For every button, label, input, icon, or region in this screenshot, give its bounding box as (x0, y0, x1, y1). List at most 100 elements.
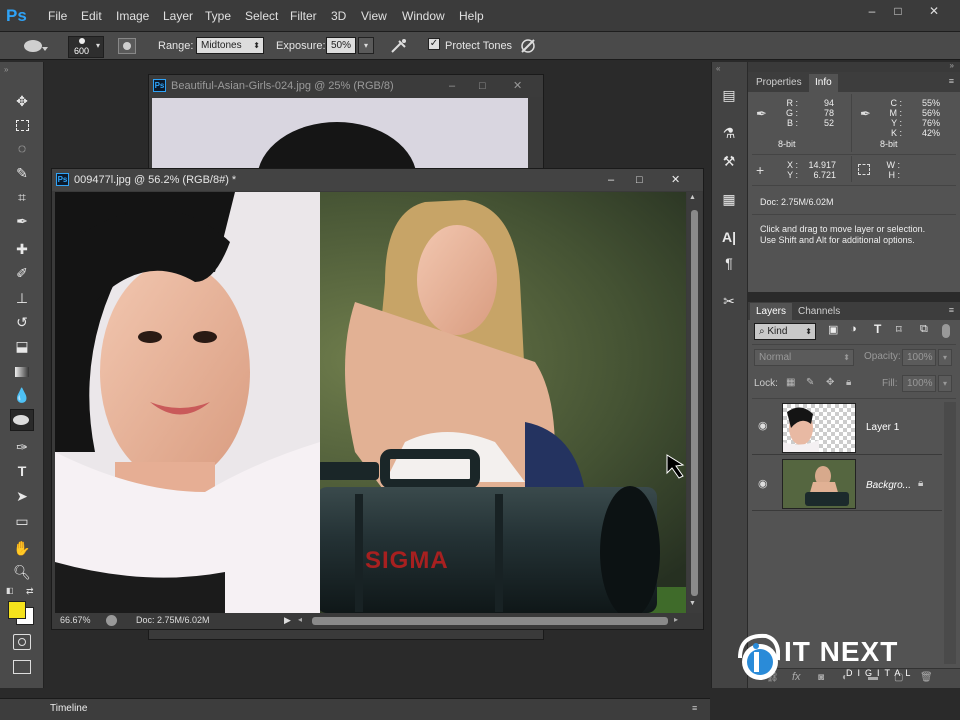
actions-panel-icon[interactable]: ⚗ (718, 122, 740, 144)
healing-brush-tool-icon[interactable]: ✚ (10, 238, 34, 260)
gradient-tool-icon[interactable] (10, 360, 34, 382)
exposure-dropdown-button[interactable]: ▾ (358, 37, 374, 54)
type-tool-icon[interactable]: T (10, 460, 34, 482)
pen-tool-icon[interactable]: ✑ (10, 436, 34, 458)
doc-back-canvas[interactable] (152, 98, 528, 178)
sponge-tool-preset-icon[interactable] (22, 37, 48, 55)
menu-3d[interactable]: 3D (327, 8, 350, 24)
add-mask-icon[interactable]: ◙ (818, 672, 824, 683)
doc-back-maximize-button[interactable]: □ (479, 75, 486, 97)
move-tool-icon[interactable]: ✥ (10, 90, 34, 112)
delete-layer-icon[interactable]: 🗑︎ (920, 672, 933, 683)
info-circle-icon[interactable] (106, 615, 117, 626)
blend-mode-select[interactable]: Normal ⬍ (754, 349, 854, 366)
layer-row[interactable]: ◉ Backgro... 🔒︎ (752, 457, 942, 511)
history-brush-tool-icon[interactable]: ↺ (10, 311, 34, 333)
panel-expand-icon[interactable]: « (716, 64, 720, 73)
timeline-panel-bar[interactable]: Timeline ≡ (0, 698, 710, 720)
layer-name[interactable]: Backgro... (866, 480, 911, 491)
crop-tool-icon[interactable]: ⌗ (10, 186, 34, 208)
panel-menu-icon[interactable]: ≡ (949, 76, 954, 86)
scroll-left-icon[interactable]: ◂ (298, 615, 302, 624)
eyedropper-tool-icon[interactable]: ✒ (10, 210, 34, 232)
tab-layers[interactable]: Layers (750, 303, 793, 320)
clone-stamp-tool-icon[interactable]: ⊥ (10, 287, 34, 309)
layer-style-icon[interactable]: fx (792, 671, 801, 683)
history-panel-icon[interactable]: ▤ (718, 84, 740, 106)
protect-tones-checkbox[interactable]: ✓ (428, 38, 440, 50)
doc-front-minimize-button[interactable]: – (608, 169, 614, 191)
lock-image-icon[interactable]: ✎ (806, 377, 814, 388)
doc-front-close-button[interactable]: ✕ (671, 169, 680, 191)
paragraph-panel-icon[interactable]: ¶ (718, 252, 740, 274)
menu-type[interactable]: Type (201, 8, 235, 24)
menu-edit[interactable]: Edit (77, 8, 106, 24)
foreground-color-swatch[interactable] (8, 601, 26, 619)
doc-front-titlebar[interactable]: Ps 009477l.jpg @ 56.2% (RGB/8#) * – □ ✕ (52, 169, 703, 191)
vertical-scrollbar[interactable]: ▲ ▼ (687, 192, 702, 613)
menu-layer[interactable]: Layer (159, 8, 197, 24)
layer-name[interactable]: Layer 1 (866, 422, 899, 433)
app-minimize-button[interactable]: – (860, 3, 884, 19)
brush-presets-panel-icon[interactable]: ▦ (718, 188, 740, 210)
opacity-input[interactable]: 100% (902, 349, 936, 366)
swatches-panel-icon[interactable]: ⚒ (718, 150, 740, 172)
zoom-tool-icon[interactable]: 🔍︎ (10, 561, 34, 583)
brush-tool-icon[interactable]: ✐ (10, 262, 34, 284)
lock-position-icon[interactable]: ✥ (826, 377, 834, 388)
menu-view[interactable]: View (357, 8, 391, 24)
doc-window-front[interactable]: Ps 009477l.jpg @ 56.2% (RGB/8#) * – □ ✕ (51, 168, 704, 630)
tool-presets-panel-icon[interactable]: ✂ (718, 290, 740, 312)
panel-menu-icon[interactable]: ≡ (692, 703, 697, 713)
filter-toggle-switch[interactable] (942, 324, 950, 338)
opacity-dropdown-button[interactable]: ▾ (938, 349, 952, 366)
scroll-down-icon[interactable]: ▼ (689, 600, 696, 607)
eye-visibility-icon[interactable]: ◉ (758, 419, 768, 432)
menu-filter[interactable]: Filter (286, 8, 321, 24)
doc-front-maximize-button[interactable]: □ (636, 169, 643, 191)
exposure-input[interactable]: 50% (326, 37, 356, 54)
filter-adjustment-icon[interactable]: ◑ (850, 323, 857, 335)
quick-mask-icon[interactable] (13, 634, 31, 650)
eyedropper-icon[interactable]: ✒ (756, 106, 767, 122)
hand-tool-icon[interactable]: ✋ (10, 537, 34, 559)
lasso-tool-icon[interactable]: ◌ (10, 137, 34, 159)
vertical-scroll-thumb[interactable] (691, 210, 698, 596)
screen-mode-icon[interactable] (13, 660, 31, 674)
doc-front-canvas[interactable]: SIGMA (55, 192, 686, 613)
doc-back-titlebar[interactable]: Ps Beautiful-Asian-Girls-024.jpg @ 25% (… (149, 75, 543, 97)
range-select[interactable]: Midtones ⬍ (196, 37, 264, 54)
marquee-tool-icon[interactable] (10, 113, 34, 135)
scroll-up-icon[interactable]: ▲ (689, 194, 696, 201)
layer-row[interactable]: ◉ Layer 1 (752, 401, 942, 455)
doc-back-close-button[interactable]: ✕ (513, 75, 522, 97)
panel-collapse-icon[interactable]: » (950, 61, 954, 70)
menu-image[interactable]: Image (112, 8, 153, 24)
app-maximize-button[interactable]: □ (886, 3, 910, 19)
doc-back-minimize-button[interactable]: – (449, 75, 455, 97)
brush-size-picker[interactable]: 600 ▾ (68, 36, 104, 58)
scroll-right-icon[interactable]: ▸ (674, 615, 678, 624)
brush-panel-toggle-icon[interactable] (118, 38, 136, 54)
horizontal-scroll-thumb[interactable] (312, 617, 668, 625)
rectangle-tool-icon[interactable]: ▭ (10, 510, 34, 532)
status-menu-arrow-icon[interactable]: ▶ (284, 615, 291, 626)
menu-window[interactable]: Window (398, 8, 449, 24)
lock-transparent-icon[interactable]: ▦ (786, 377, 795, 388)
sponge-tool-icon[interactable] (10, 409, 34, 431)
panel-collapse-icon[interactable]: » (4, 65, 8, 74)
app-close-button[interactable]: ✕ (922, 3, 946, 19)
layers-scrollbar[interactable] (944, 402, 956, 664)
eraser-tool-icon[interactable]: ⬓ (10, 335, 34, 357)
eyedropper-icon[interactable]: ✒ (860, 106, 871, 122)
eye-visibility-icon[interactable]: ◉ (758, 477, 768, 490)
blur-tool-icon[interactable]: 💧 (10, 384, 34, 406)
panel-menu-icon[interactable]: ≡ (949, 305, 954, 315)
default-colors-icon[interactable]: ◧ (6, 586, 14, 595)
filter-pixel-icon[interactable]: ▣ (828, 323, 838, 336)
filter-shape-icon[interactable]: ⌑ (896, 323, 902, 336)
zoom-level[interactable]: 66.67% (60, 615, 91, 625)
fill-input[interactable]: 100% (902, 375, 936, 392)
lock-all-icon[interactable]: 🔒︎ (846, 377, 851, 388)
filter-smart-object-icon[interactable]: ⧉ (920, 323, 928, 336)
